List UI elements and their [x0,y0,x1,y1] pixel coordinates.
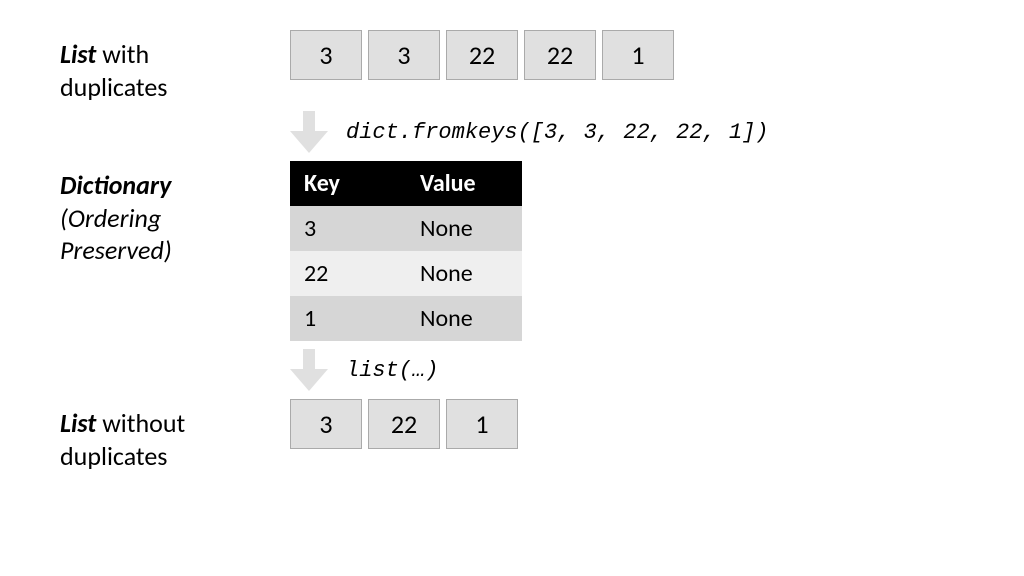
label-dictionary: Dictionary (Ordering Preserved) [60,161,290,267]
cell-value: None [406,296,522,341]
label-input-list: List with duplicates [60,30,290,103]
output-list-cells: 3 22 1 [290,399,964,449]
table-row: 22 None [290,251,522,296]
label-text: (Ordering [60,202,161,234]
label-text: List [60,407,96,439]
arrow-down-icon [290,349,328,391]
row-dictionary: Dictionary (Ordering Preserved) Key Valu… [60,161,964,341]
list-cell: 3 [290,399,362,449]
row-input-list: List with duplicates 3 3 22 22 1 [60,30,964,103]
col-header-key: Key [290,161,406,206]
cell-key: 3 [290,206,406,251]
table-row: 1 None [290,296,522,341]
label-text: duplicates [60,440,167,472]
list-cell: 3 [290,30,362,80]
label-text: duplicates [60,71,167,103]
dictionary-table-wrap: Key Value 3 None 22 None 1 None [290,161,964,341]
dictionary-table: Key Value 3 None 22 None 1 None [290,161,522,341]
cell-key: 1 [290,296,406,341]
list-cell: 1 [446,399,518,449]
table-row: 3 None [290,206,522,251]
label-text: without [96,407,185,439]
list-cell: 1 [602,30,674,80]
arrow-step-1: dict.fromkeys([3, 3, 22, 22, 1]) [290,111,964,153]
label-text: Preserved) [60,234,172,266]
table-header-row: Key Value [290,161,522,206]
input-list-cells: 3 3 22 22 1 [290,30,964,80]
cell-value: None [406,206,522,251]
list-cell: 3 [368,30,440,80]
arrow-step-2: list(…) [290,349,964,391]
cell-key: 22 [290,251,406,296]
label-output-list: List without duplicates [60,399,290,472]
col-header-value: Value [406,161,522,206]
label-text: List [60,38,96,70]
label-text: Dictionary [60,169,171,201]
cell-value: None [406,251,522,296]
label-text: with [96,38,149,70]
list-cell: 22 [368,399,440,449]
code-listcall: list(…) [346,358,438,383]
list-cell: 22 [524,30,596,80]
row-output-list: List without duplicates 3 22 1 [60,399,964,472]
arrow-down-icon [290,111,328,153]
code-fromkeys: dict.fromkeys([3, 3, 22, 22, 1]) [346,120,768,145]
list-cell: 22 [446,30,518,80]
